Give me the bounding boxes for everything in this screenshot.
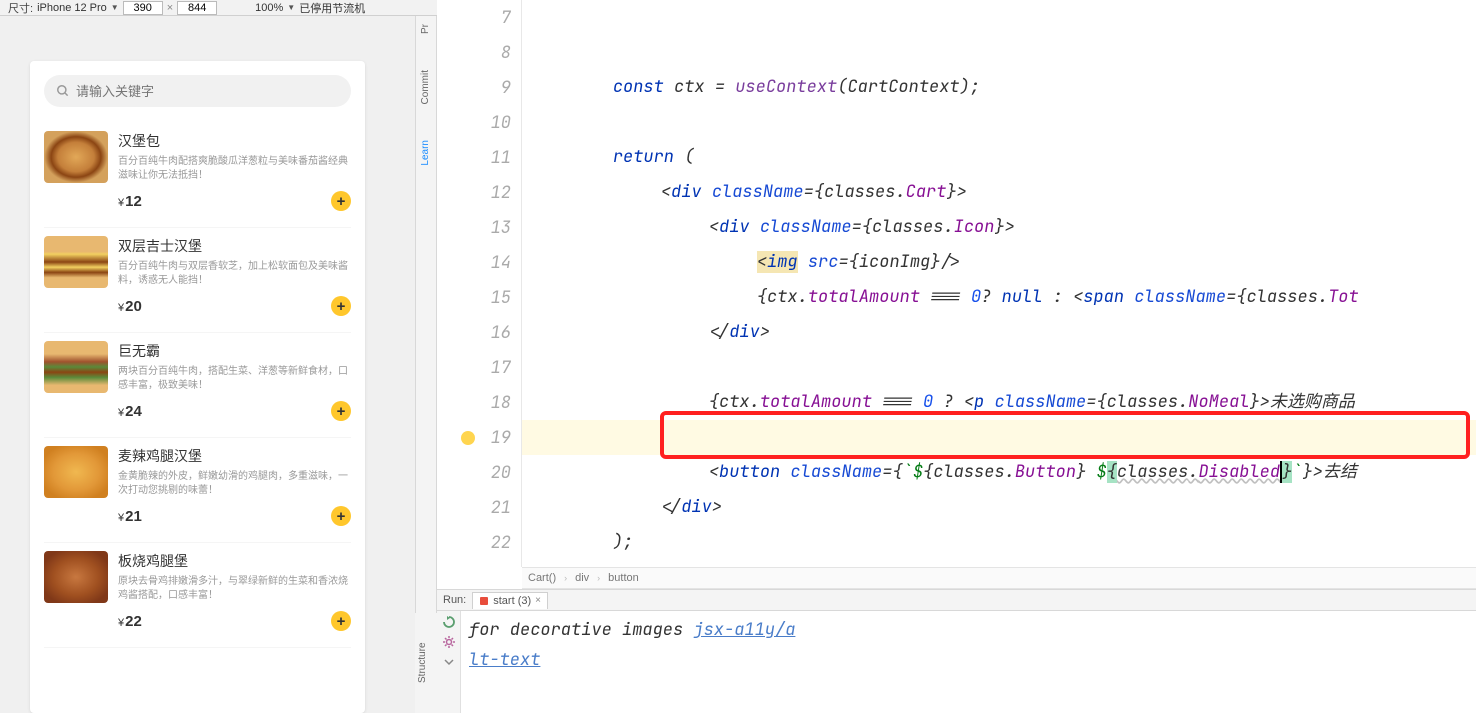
left-tool-strip: Pr Commit Learn bbox=[415, 16, 437, 713]
line-number[interactable]: 17 bbox=[437, 350, 511, 385]
code-line: const ctx = useContext(CartContext); bbox=[572, 35, 1476, 70]
code-editor[interactable]: const ctx = useContext(CartContext); ret… bbox=[522, 0, 1476, 567]
breadcrumb-item[interactable]: div bbox=[575, 572, 589, 584]
add-button[interactable]: + bbox=[331, 401, 351, 421]
throttle-dropdown[interactable]: 已停用节流机 bbox=[299, 0, 365, 16]
line-number[interactable]: 10 bbox=[437, 105, 511, 140]
food-title: 麦辣鸡腿汉堡 bbox=[118, 446, 351, 466]
food-price: ¥24 bbox=[118, 403, 142, 420]
line-number[interactable]: 21 bbox=[437, 490, 511, 525]
close-icon[interactable]: × bbox=[535, 595, 541, 606]
size-label: 尺寸: bbox=[8, 0, 33, 16]
food-desc: 百分百纯牛肉配搭爽脆酸瓜洋葱粒与美味番茄酱经典滋味让你无法抵挡！ bbox=[118, 155, 351, 183]
food-title: 汉堡包 bbox=[118, 131, 351, 151]
add-button[interactable]: + bbox=[331, 296, 351, 316]
food-title: 板烧鸡腿堡 bbox=[118, 551, 351, 571]
lint-rule-link[interactable]: lt-text bbox=[469, 649, 540, 671]
chevron-right-icon: › bbox=[597, 573, 600, 583]
food-image bbox=[44, 446, 108, 498]
structure-tab[interactable]: Structure bbox=[415, 613, 437, 713]
lint-rule-link[interactable]: jsx-a11y/a bbox=[693, 619, 795, 641]
code-line: </div> bbox=[668, 280, 1476, 315]
food-desc: 百分百纯牛肉与双层香软芝，加上松软面包及美味酱料，诱惑无人能挡！ bbox=[118, 260, 351, 288]
code-line-current: <button className={`${classes.Button} ${… bbox=[522, 420, 1476, 455]
caret-down-icon: ▼ bbox=[287, 3, 295, 12]
code-line: ); bbox=[572, 490, 1476, 525]
food-price: ¥22 bbox=[118, 613, 142, 630]
code-line: }; bbox=[524, 525, 1476, 560]
rerun-icon[interactable] bbox=[442, 615, 456, 629]
add-button[interactable]: + bbox=[331, 191, 351, 211]
run-toolbar bbox=[437, 611, 461, 713]
breadcrumb-item[interactable]: Cart() bbox=[528, 572, 556, 584]
food-image bbox=[44, 341, 108, 393]
height-input[interactable] bbox=[177, 1, 217, 15]
line-number[interactable]: 11 bbox=[437, 140, 511, 175]
food-image bbox=[44, 551, 108, 603]
food-title: 双层吉士汉堡 bbox=[118, 236, 351, 256]
food-image bbox=[44, 236, 108, 288]
line-number[interactable]: 9 bbox=[437, 70, 511, 105]
breadcrumb: Cart() › div › button bbox=[522, 567, 1476, 589]
food-price: ¥21 bbox=[118, 508, 142, 525]
code-line: <div className={classes.Icon}> bbox=[668, 175, 1476, 210]
down-icon[interactable] bbox=[442, 655, 456, 669]
code-line: {ctx.totalAmount === 0 ? <p className={c… bbox=[668, 350, 1476, 385]
line-number[interactable]: 16 bbox=[437, 315, 511, 350]
food-item: 汉堡包 百分百纯牛肉配搭爽脆酸瓜洋葱粒与美味番茄酱经典滋味让你无法抵挡！ ¥12… bbox=[44, 123, 351, 228]
run-output[interactable]: for decorative images jsx-a11y/a lt-text bbox=[461, 611, 1476, 713]
line-number[interactable]: 15 bbox=[437, 280, 511, 315]
run-panel-header: Run: start (3) × bbox=[437, 589, 1476, 611]
line-number[interactable]: 22 bbox=[437, 525, 511, 560]
food-title: 巨无霸 bbox=[118, 341, 351, 361]
line-number[interactable]: 8 bbox=[437, 35, 511, 70]
run-config-icon bbox=[479, 596, 489, 606]
width-input[interactable] bbox=[123, 1, 163, 15]
run-tab[interactable]: start (3) × bbox=[472, 592, 548, 609]
caret-down-icon: ▼ bbox=[111, 3, 119, 12]
editor-gutter: 7 8 9 10 11 12 13 14 15 16 17 18 19 20 2… bbox=[437, 0, 522, 567]
food-price: ¥20 bbox=[118, 298, 142, 315]
settings-icon[interactable] bbox=[442, 635, 456, 649]
commit-tab[interactable]: Commit bbox=[416, 62, 435, 112]
code-line: </div> bbox=[620, 455, 1476, 490]
food-item: 巨无霸 两块百分百纯牛肉，搭配生菜、洋葱等新鲜食材，口感丰富，极致美味！ ¥24… bbox=[44, 333, 351, 438]
lightbulb-icon[interactable] bbox=[461, 431, 475, 445]
output-line: lt-text bbox=[469, 645, 1468, 675]
line-number[interactable]: 7 bbox=[437, 0, 511, 35]
device-dropdown[interactable]: iPhone 12 Pro ▼ bbox=[37, 2, 119, 14]
project-tab[interactable]: Pr bbox=[416, 16, 435, 42]
line-number[interactable]: 14 bbox=[437, 245, 511, 280]
learn-tab[interactable]: Learn bbox=[416, 132, 435, 174]
zoom-dropdown[interactable]: 100% ▼ bbox=[255, 2, 295, 14]
food-desc: 原块去骨鸡排嫩滑多汁，与翠绿新鲜的生菜和香浓烧鸡酱搭配，口感丰富！ bbox=[118, 575, 351, 603]
add-button[interactable]: + bbox=[331, 506, 351, 526]
preview-viewport: 汉堡包 百分百纯牛肉配搭爽脆酸瓜洋葱粒与美味番茄酱经典滋味让你无法抵挡！ ¥12… bbox=[30, 61, 365, 713]
search-icon bbox=[56, 84, 70, 98]
food-item: 双层吉士汉堡 百分百纯牛肉与双层香软芝，加上松软面包及美味酱料，诱惑无人能挡！ … bbox=[44, 228, 351, 333]
search-input[interactable] bbox=[76, 84, 339, 99]
code-line: <img src={iconImg}/> bbox=[716, 210, 1476, 245]
times-sep: × bbox=[167, 2, 173, 14]
chevron-right-icon: › bbox=[564, 573, 567, 583]
search-box[interactable] bbox=[44, 75, 351, 107]
line-number[interactable]: 13 bbox=[437, 210, 511, 245]
output-line: for decorative images jsx-a11y/a bbox=[469, 615, 1468, 645]
code-line: <div className={classes.Cart}> bbox=[620, 140, 1476, 175]
code-line: {ctx.totalAmount === 0? null : <span cla… bbox=[716, 245, 1476, 280]
breadcrumb-item[interactable]: button bbox=[608, 572, 639, 584]
line-number[interactable]: 18 bbox=[437, 385, 511, 420]
line-number[interactable]: 12 bbox=[437, 175, 511, 210]
add-button[interactable]: + bbox=[331, 611, 351, 631]
food-item: 麦辣鸡腿汉堡 金黄脆辣的外皮，鲜嫩幼滑的鸡腿肉，多重滋味，一次打动您挑剔的味蕾！… bbox=[44, 438, 351, 543]
code-line: return ( bbox=[572, 105, 1476, 140]
mobile-preview-panel: 汉堡包 百分百纯牛肉配搭爽脆酸瓜洋葱粒与美味番茄酱经典滋味让你无法抵挡！ ¥12… bbox=[0, 16, 415, 713]
food-desc: 两块百分百纯牛肉，搭配生菜、洋葱等新鲜食材，口感丰富，极致美味！ bbox=[118, 365, 351, 393]
run-label: Run: bbox=[443, 594, 466, 606]
food-item: 板烧鸡腿堡 原块去骨鸡排嫩滑多汁，与翠绿新鲜的生菜和香浓烧鸡酱搭配，口感丰富！ … bbox=[44, 543, 351, 648]
food-price: ¥12 bbox=[118, 193, 142, 210]
food-image bbox=[44, 131, 108, 183]
line-number[interactable]: 20 bbox=[437, 455, 511, 490]
food-desc: 金黄脆辣的外皮，鲜嫩幼滑的鸡腿肉，多重滋味，一次打动您挑剔的味蕾！ bbox=[118, 470, 351, 498]
